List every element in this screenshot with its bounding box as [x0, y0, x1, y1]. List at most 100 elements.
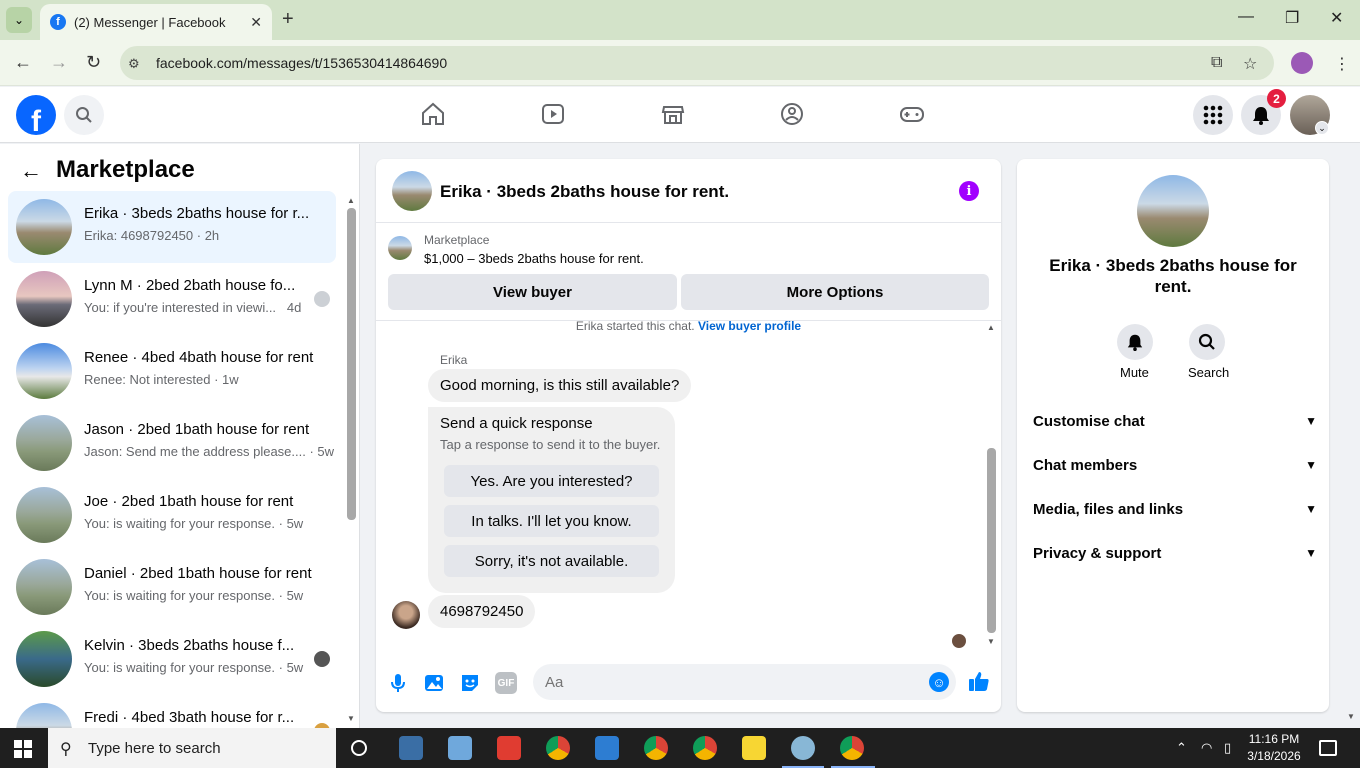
url-text: facebook.com/messages/t/1536530414864690 [156, 55, 448, 71]
view-buyer-button[interactable]: View buyer [388, 274, 677, 310]
details-name: Erika · 3beds 2baths house for rent. [1049, 256, 1297, 296]
home-icon[interactable] [420, 101, 446, 127]
chat-members-section[interactable]: Chat members ▼ [1033, 445, 1317, 485]
conversation-name: Kelvin · 3beds 2baths house f... [84, 637, 295, 654]
chrome-icon[interactable] [546, 736, 570, 760]
avatar [16, 487, 72, 543]
app-icon[interactable] [448, 736, 472, 760]
avatar[interactable] [392, 171, 432, 211]
microphone-icon[interactable] [387, 672, 409, 694]
privacy-support-section[interactable]: Privacy & support ▼ [1033, 533, 1317, 573]
close-window-button[interactable]: ✕ [1330, 8, 1343, 28]
facebook-logo-icon[interactable]: f [16, 95, 56, 135]
scroll-down-arrow[interactable]: ▼ [987, 637, 995, 646]
photo-icon[interactable] [423, 672, 445, 694]
avatar[interactable] [1137, 175, 1209, 247]
maximize-button[interactable]: ❐ [1285, 8, 1299, 28]
notification-center-icon[interactable] [1319, 740, 1337, 756]
app-icon[interactable] [595, 736, 619, 760]
minimize-button[interactable]: — [1238, 8, 1254, 26]
groups-icon[interactable] [779, 101, 805, 127]
scroll-up-arrow[interactable]: ▲ [987, 323, 995, 332]
sender-name: Erika [440, 353, 468, 367]
chat-scrollbar[interactable] [987, 448, 996, 633]
reload-button[interactable]: ↻ [86, 52, 101, 73]
browser-menu-icon[interactable]: ⋮ [1334, 54, 1350, 74]
install-app-icon[interactable]: ⧉ [1211, 54, 1222, 72]
chrome-icon[interactable] [840, 736, 864, 760]
quick-reply-button[interactable]: Sorry, it's not available. [444, 545, 659, 577]
conversation-preview: Renee: Not interested · 1w [84, 372, 239, 387]
scroll-up-arrow[interactable]: ▲ [347, 196, 355, 205]
windows-start-icon[interactable] [14, 740, 32, 758]
conversation-item[interactable]: Joe · 2bed 1bath house for rent You: is … [8, 479, 336, 551]
chat-title[interactable]: Erika · 3beds 2baths house for rent. [440, 182, 729, 202]
close-tab-icon[interactable]: ✕ [250, 14, 262, 31]
back-arrow-icon[interactable]: ← [20, 158, 42, 184]
conversation-preview: You: if you're interested in viewi... 4d [84, 300, 302, 315]
page-scroll-down-arrow[interactable]: ▼ [1347, 712, 1355, 721]
media-files-links-section[interactable]: Media, files and links ▼ [1033, 489, 1317, 529]
marketplace-icon[interactable] [660, 101, 686, 127]
network-icon[interactable]: ◠ [1201, 740, 1212, 756]
gif-icon[interactable]: GIF [495, 672, 517, 694]
conversation-item[interactable]: Daniel · 2bed 1bath house for rent You: … [8, 551, 336, 623]
customise-chat-section[interactable]: Customise chat ▼ [1033, 401, 1317, 441]
chrome-icon[interactable] [644, 736, 668, 760]
view-buyer-profile-link[interactable]: View buyer profile [698, 319, 801, 333]
search-button[interactable] [64, 95, 104, 135]
app-icon[interactable] [791, 736, 815, 760]
back-button[interactable]: ← [14, 52, 32, 73]
chrome-icon[interactable] [693, 736, 717, 760]
conversation-name: Erika · 3beds 2baths house for r... [84, 205, 310, 222]
taskbar-clock[interactable]: 11:16 PM 3/18/2026 [1244, 731, 1304, 765]
avatar [16, 343, 72, 399]
app-icon[interactable] [497, 736, 521, 760]
tab-search-menu-button[interactable]: ⌄ [6, 7, 32, 33]
sidebar-scrollbar[interactable] [347, 208, 356, 520]
thumbs-up-icon[interactable] [967, 669, 991, 693]
conversation-item[interactable]: Kelvin · 3beds 2baths house f... You: is… [8, 623, 336, 695]
url-input[interactable]: facebook.com/messages/t/1536530414864690 [120, 46, 1274, 80]
bookmark-star-icon[interactable]: ☆ [1243, 54, 1257, 74]
sticky-notes-icon[interactable] [742, 736, 766, 760]
emoji-icon[interactable]: ☺ [929, 672, 949, 692]
quick-reply-button[interactable]: In talks. I'll let you know. [444, 505, 659, 537]
conversation-item[interactable]: Renee · 4bed 4bath house for rent Renee:… [8, 335, 336, 407]
conversation-item[interactable]: Erika · 3beds 2baths house for r... Erik… [8, 191, 336, 263]
notification-badge: 2 [1267, 89, 1286, 108]
profile-extension-icon[interactable] [1291, 52, 1313, 74]
site-settings-icon[interactable]: ⚙ [128, 56, 140, 72]
quick-reply-button[interactable]: Yes. Are you interested? [444, 465, 659, 497]
conversation-preview: Jason: Send me the address please.... · … [84, 444, 335, 459]
new-tab-button[interactable]: + [282, 8, 294, 31]
mute-button[interactable] [1117, 324, 1153, 360]
conversation-item[interactable]: Lynn M · 2bed 2bath house fo... You: if … [8, 263, 336, 335]
message-input[interactable] [533, 664, 956, 700]
chevron-down-icon[interactable]: ⌄ [1315, 121, 1329, 135]
conversation-item[interactable]: Fredi · 4bed 3bath house for r... [8, 695, 336, 728]
scroll-down-arrow[interactable]: ▼ [347, 714, 355, 723]
taskbar-search-input[interactable]: Type here to search [48, 728, 336, 768]
info-icon[interactable]: i [959, 181, 979, 201]
video-icon[interactable] [540, 101, 566, 127]
browser-tab-active[interactable]: f (2) Messenger | Facebook ✕ [40, 4, 272, 40]
sticker-icon[interactable] [459, 672, 481, 694]
more-options-button[interactable]: More Options [681, 274, 989, 310]
listing-thumbnail [388, 236, 412, 260]
battery-icon[interactable]: ▯ [1224, 740, 1231, 756]
forward-button[interactable]: → [50, 52, 68, 73]
search-in-chat-button[interactable] [1189, 324, 1225, 360]
app-icon[interactable] [399, 736, 423, 760]
listing-title[interactable]: $1,000 – 3beds 2baths house for rent. [424, 251, 644, 266]
conversation-preview: You: is waiting for your response. · 5w [84, 588, 304, 603]
menu-button[interactable] [1193, 95, 1233, 135]
read-receipt-avatar [314, 291, 330, 307]
chevron-down-icon: ▼ [1305, 458, 1317, 472]
avatar [392, 601, 420, 629]
conversation-preview: You: is waiting for your response. · 5w [84, 660, 304, 675]
tray-chevron-up-icon[interactable]: ⌃ [1176, 740, 1187, 756]
gaming-icon[interactable] [899, 101, 925, 127]
cortana-icon[interactable] [351, 740, 367, 756]
conversation-item[interactable]: Jason · 2bed 1bath house for rent Jason:… [8, 407, 336, 479]
